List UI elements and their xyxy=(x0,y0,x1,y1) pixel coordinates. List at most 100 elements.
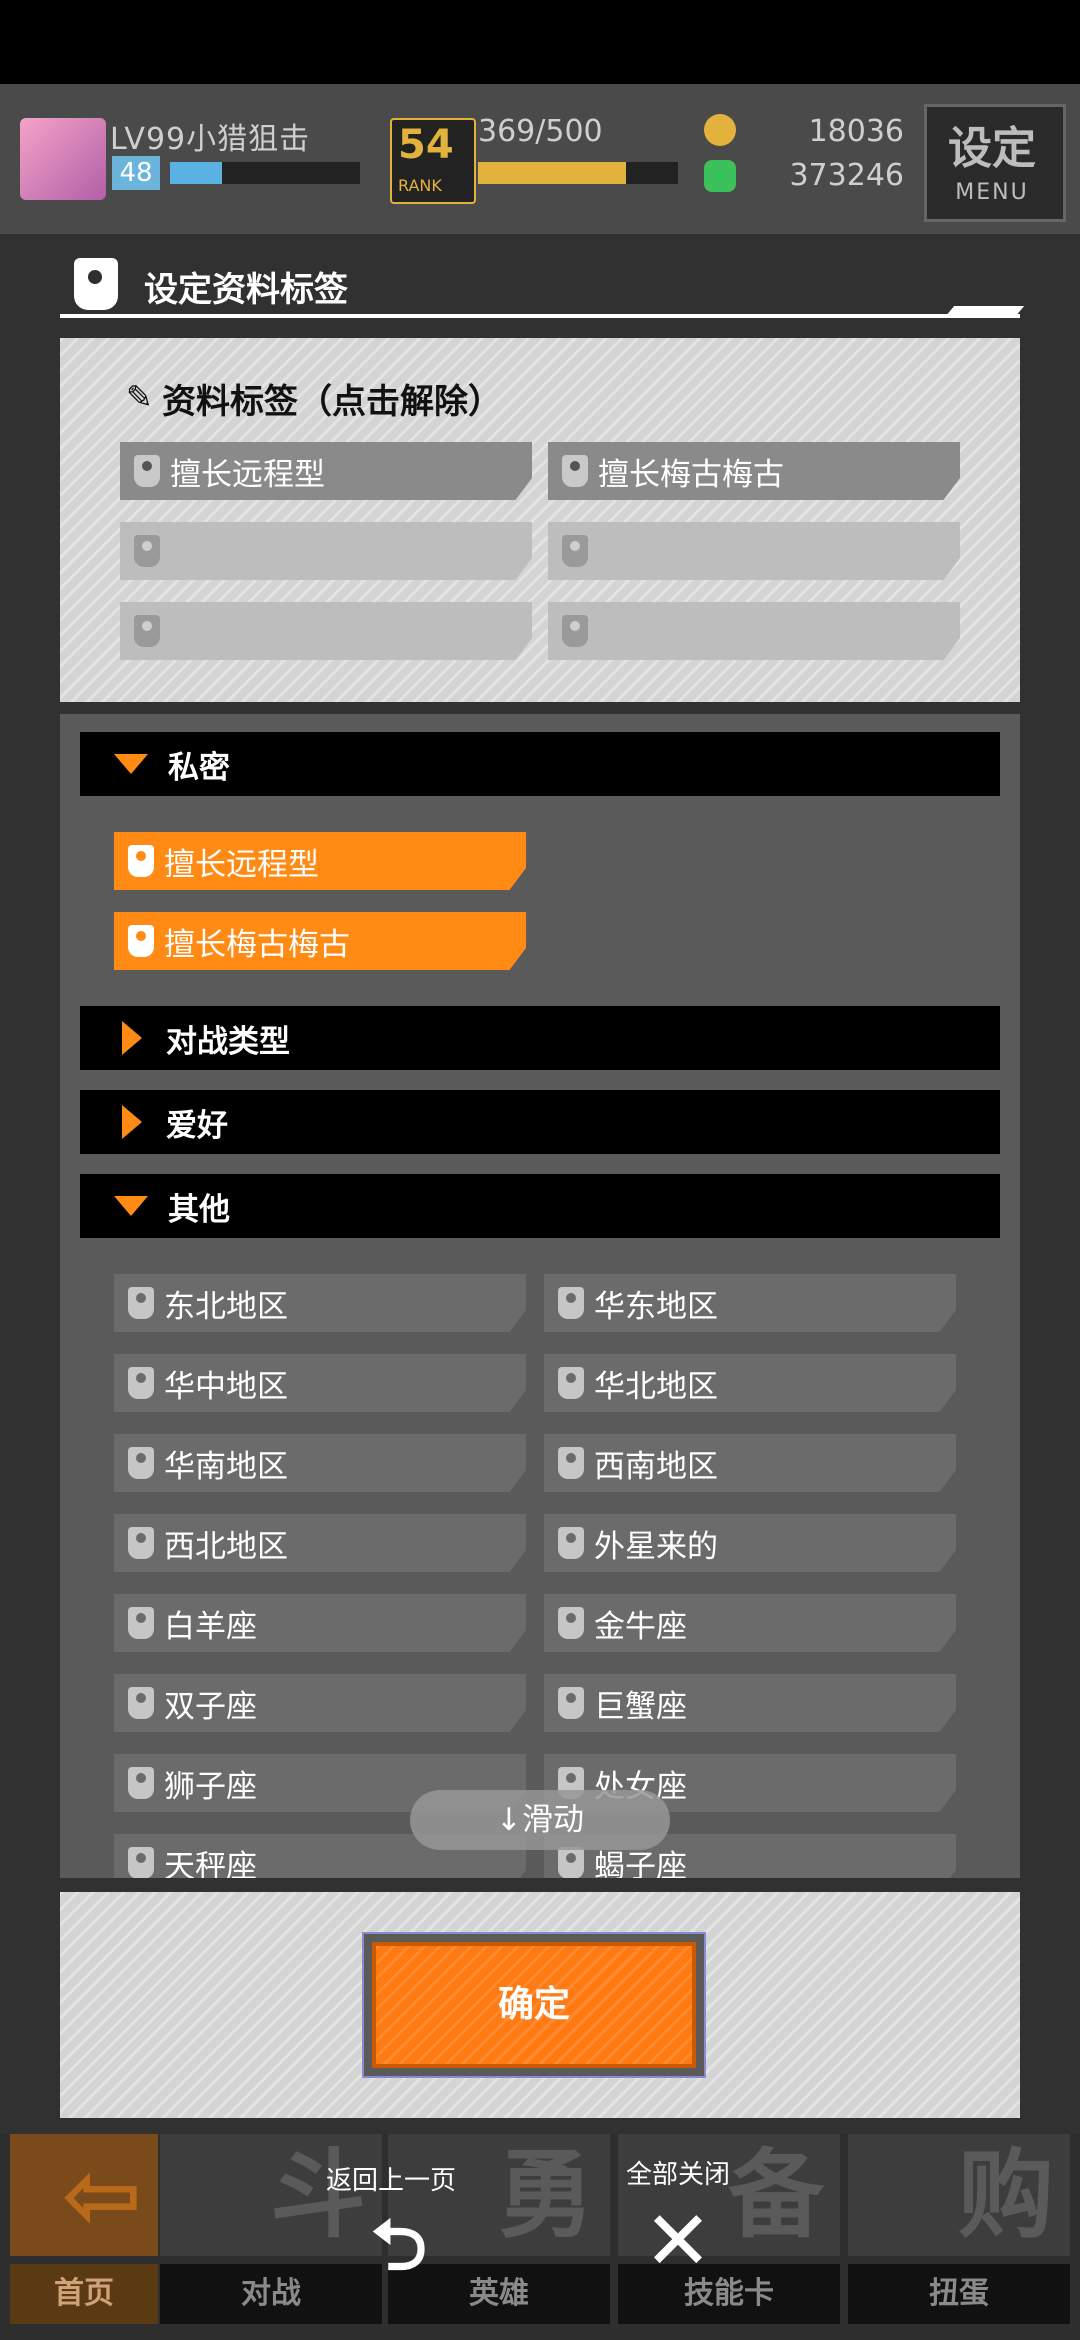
menu-button-label: MENU xyxy=(955,180,1029,205)
selected-tag-slot[interactable]: 擅长远程型 xyxy=(120,442,532,500)
tag-option[interactable]: 西北地区 xyxy=(114,1514,526,1572)
rank-number: 54 xyxy=(398,122,454,168)
tag-label: 天秤座 xyxy=(164,1848,257,1879)
tag-option[interactable]: 华北地区 xyxy=(544,1354,956,1412)
close-x-icon[interactable]: ✕ xyxy=(636,2200,720,2284)
tag-label: 白羊座 xyxy=(164,1608,257,1645)
tag-icon xyxy=(128,1447,154,1479)
tag-icon xyxy=(562,615,588,647)
tag-icon xyxy=(128,1527,154,1559)
tag-icon xyxy=(128,1367,154,1399)
stamina-bar-fill xyxy=(478,162,626,184)
nav-gacha[interactable]: 购 扭蛋 xyxy=(848,2134,1070,2340)
tag-icon xyxy=(134,535,160,567)
tag-icon xyxy=(558,1847,584,1878)
level-badge: 48 xyxy=(112,156,160,190)
category-label: 其他 xyxy=(168,1191,230,1228)
exp-bar-fill xyxy=(170,162,222,184)
category-label: 私密 xyxy=(168,749,230,786)
pencil-icon: ✎ xyxy=(126,378,153,416)
tag-icon xyxy=(134,615,160,647)
stamina-value: 369/500 xyxy=(478,114,603,149)
gem-icon xyxy=(704,160,736,192)
tag-category-list[interactable]: 私密 擅长远程型 擅长梅古梅古 对战类型 爱好 其他 东北地区 华东地区 华中地… xyxy=(60,714,1020,1878)
title-divider xyxy=(60,314,1020,318)
tag-icon xyxy=(134,455,160,487)
tag-option[interactable]: 华东地区 xyxy=(544,1274,956,1332)
gacha-icon: 购 xyxy=(848,2134,1070,2256)
triangle-right-icon xyxy=(122,1105,142,1139)
tag-icon-hole xyxy=(88,270,102,284)
scroll-hint: ↓滑动 xyxy=(410,1790,670,1850)
tag-option[interactable]: 华中地区 xyxy=(114,1354,526,1412)
tag-option-selected[interactable]: 擅长梅古梅古 xyxy=(114,912,526,970)
tag-icon xyxy=(128,1607,154,1639)
tag-label: 华中地区 xyxy=(164,1368,288,1405)
tag-label: 华北地区 xyxy=(594,1368,718,1405)
tag-icon xyxy=(74,258,118,310)
triangle-down-icon xyxy=(114,1196,148,1216)
tag-option[interactable]: 白羊座 xyxy=(114,1594,526,1652)
tag-label: 双子座 xyxy=(164,1688,257,1725)
tag-option-selected[interactable]: 擅长远程型 xyxy=(114,832,526,890)
tag-option[interactable]: 华南地区 xyxy=(114,1434,526,1492)
tag-label: 擅长远程型 xyxy=(170,456,325,493)
tag-label: 西南地区 xyxy=(594,1448,718,1485)
empty-tag-slot xyxy=(548,602,960,660)
triangle-right-icon xyxy=(122,1021,142,1055)
empty-tag-slot xyxy=(120,602,532,660)
tag-icon xyxy=(558,1287,584,1319)
tag-icon xyxy=(128,925,154,957)
rank-label: RANK xyxy=(398,176,442,195)
coin-icon xyxy=(704,114,736,146)
player-name: LV99小猎狙击 xyxy=(110,122,311,157)
tag-icon xyxy=(558,1527,584,1559)
nav-home[interactable]: ⇦ 首页 xyxy=(10,2134,158,2340)
nav-label: 对战 xyxy=(160,2264,382,2324)
tag-option[interactable]: 金牛座 xyxy=(544,1594,956,1652)
tag-option[interactable]: 外星来的 xyxy=(544,1514,956,1572)
gem-value: 373246 xyxy=(789,158,904,193)
tag-option[interactable]: 双子座 xyxy=(114,1674,526,1732)
tag-icon xyxy=(562,535,588,567)
category-label: 对战类型 xyxy=(166,1023,290,1060)
category-battle-type[interactable]: 对战类型 xyxy=(80,1006,1000,1070)
tag-label: 擅长梅古梅古 xyxy=(164,926,350,963)
tag-icon xyxy=(128,1847,154,1878)
page-title: 设定资料标签 xyxy=(144,270,348,310)
nav-label: 扭蛋 xyxy=(848,2264,1070,2324)
top-hud: LV99小猎狙击 48 54 RANK 369/500 18036 373246… xyxy=(0,84,1080,234)
tag-icon xyxy=(128,1767,154,1799)
tag-label: 狮子座 xyxy=(164,1768,257,1805)
tag-icon xyxy=(128,845,154,877)
category-hobby[interactable]: 爱好 xyxy=(80,1090,1000,1154)
confirm-button[interactable]: 确定 xyxy=(372,1942,696,2068)
tag-icon xyxy=(562,455,588,487)
tag-option[interactable]: 西南地区 xyxy=(544,1434,956,1492)
tag-icon xyxy=(558,1367,584,1399)
tag-label: 金牛座 xyxy=(594,1608,687,1645)
selected-tag-slot[interactable]: 擅长梅古梅古 xyxy=(548,442,960,500)
avatar[interactable] xyxy=(20,118,106,200)
tag-label: 华东地区 xyxy=(594,1288,718,1325)
tag-label: 西北地区 xyxy=(164,1528,288,1565)
menu-button-title: 设定 xyxy=(948,123,1036,174)
tag-option[interactable]: 东北地区 xyxy=(114,1274,526,1332)
tag-label: 东北地区 xyxy=(164,1288,288,1325)
close-all-label: 全部关闭 xyxy=(626,2160,731,2190)
return-arrow-icon[interactable]: ⮌ xyxy=(362,2208,436,2282)
tag-icon xyxy=(558,1687,584,1719)
tag-option[interactable]: 巨蟹座 xyxy=(544,1674,956,1732)
gold-value: 18036 xyxy=(808,114,904,149)
tag-label: 巨蟹座 xyxy=(594,1688,687,1725)
selected-tags-header: 资料标签（点击解除） xyxy=(162,382,502,422)
category-label: 爱好 xyxy=(166,1107,228,1144)
empty-tag-slot xyxy=(120,522,532,580)
tag-label: 擅长梅古梅古 xyxy=(598,456,784,493)
category-other[interactable]: 其他 xyxy=(80,1174,1000,1238)
tag-icon xyxy=(128,1687,154,1719)
category-private[interactable]: 私密 xyxy=(80,732,1000,796)
tag-label: 华南地区 xyxy=(164,1448,288,1485)
back-label: 返回上一页 xyxy=(326,2166,457,2196)
title-divider-accent xyxy=(945,306,1025,316)
